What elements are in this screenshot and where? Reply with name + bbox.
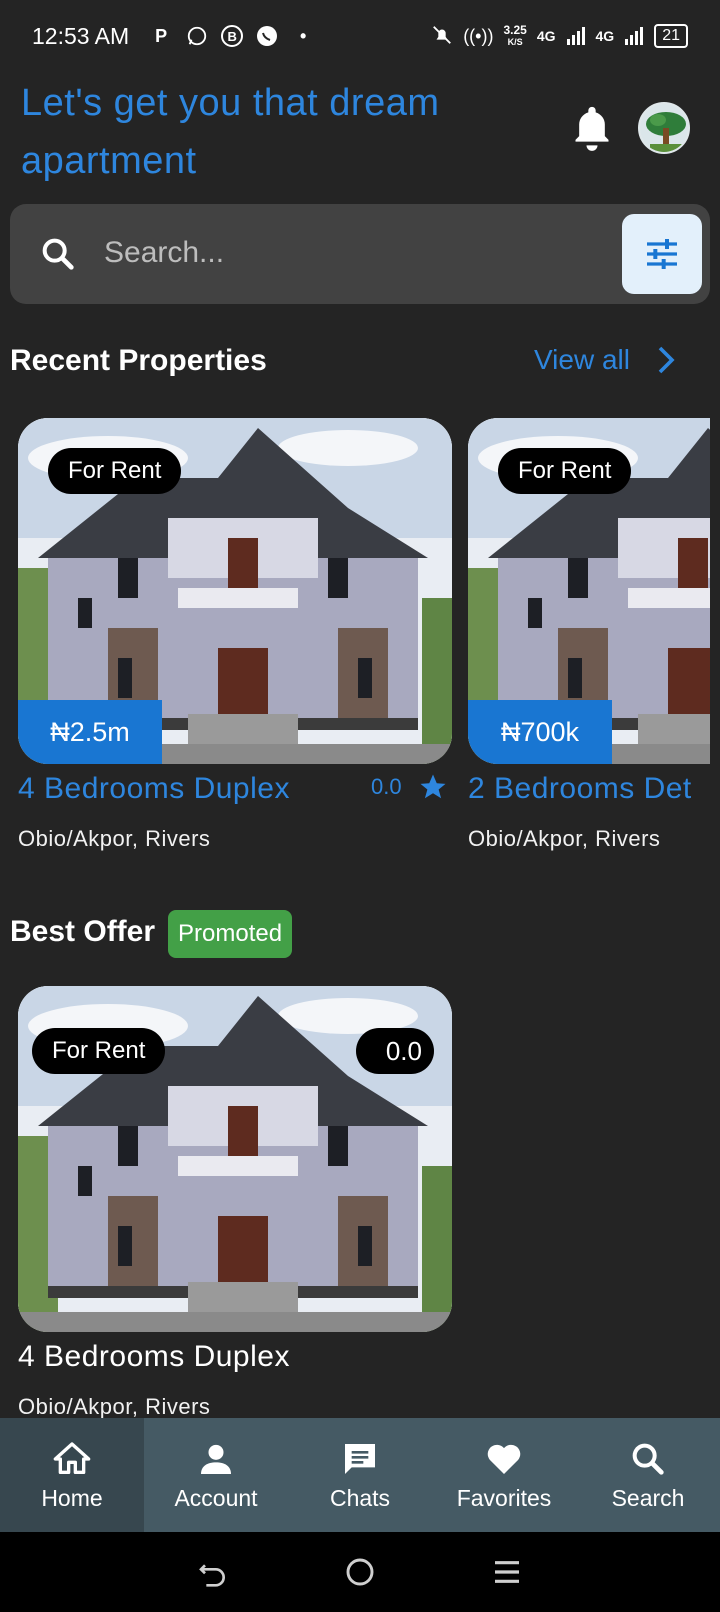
for-rent-tag: For Rent	[48, 448, 182, 494]
property-card[interactable]: For Rent ₦700k 2 Bedrooms Det Obio/Akpor…	[468, 418, 710, 852]
search-bar	[10, 204, 710, 304]
filter-button[interactable]	[622, 214, 702, 294]
for-rent-tag: For Rent	[498, 448, 632, 494]
rating-badge: 0.0	[355, 1028, 434, 1074]
nav-favorites[interactable]: Favorites	[432, 1418, 576, 1532]
search-icon	[38, 234, 78, 274]
chat-icon	[345, 1443, 375, 1474]
more-notifications-dot: •	[300, 25, 307, 46]
network-type-1: 4G	[536, 28, 556, 44]
property-image[interactable]: For Rent ₦700k	[468, 418, 710, 764]
promoted-badge: Promoted	[168, 910, 293, 958]
whatsapp-business-icon	[255, 24, 279, 48]
filter-sliders-icon	[647, 239, 677, 269]
view-all-link[interactable]: View all	[534, 344, 676, 376]
price-badge: ₦700k	[468, 700, 612, 764]
price-badge: ₦2.5m	[18, 700, 162, 764]
home-button-icon[interactable]	[344, 1556, 376, 1588]
property-location: Obio/Akpor, Rivers	[18, 826, 211, 851]
header: Let's get you that dream apartment	[21, 74, 541, 190]
nav-label: Home	[41, 1484, 103, 1511]
person-icon	[201, 1444, 231, 1474]
nav-label: Search	[611, 1484, 685, 1511]
for-rent-tag: For Rent	[32, 1028, 166, 1074]
p-notification-icon: P	[155, 25, 168, 46]
view-all-label: View all	[534, 344, 630, 375]
hotspot-icon: ((•))	[463, 25, 494, 46]
nav-home[interactable]: Home	[0, 1418, 144, 1532]
battery-icon: 21	[654, 24, 688, 48]
system-nav-bar	[0, 1532, 720, 1612]
nav-label: Chats	[329, 1484, 391, 1511]
nav-search[interactable]: Search	[576, 1418, 720, 1532]
recents-menu-icon[interactable]	[491, 1556, 523, 1588]
property-title[interactable]: 4 Bedrooms Duplex	[18, 1340, 452, 1374]
avatar[interactable]	[638, 102, 690, 154]
network-type-2: 4G	[595, 28, 615, 44]
back-icon[interactable]	[197, 1556, 229, 1588]
property-title[interactable]: 2 Bedrooms Det	[468, 772, 710, 806]
star-icon	[420, 774, 446, 799]
signal-icon	[566, 25, 586, 48]
property-image[interactable]: For Rent 0.0	[18, 986, 452, 1332]
b-notification-icon: B	[221, 25, 244, 47]
network-speed: 3.25 K/S	[503, 23, 527, 47]
status-bar: 12:53 AM P B • ((•)) 3.25 K/S 4G 4G 21	[0, 0, 720, 72]
page-title: Let's get you that dream apartment	[21, 82, 440, 182]
property-location: Obio/Akpor, Rivers	[468, 826, 661, 851]
whatsapp-icon	[185, 24, 209, 48]
home-icon	[53, 1441, 91, 1474]
property-image[interactable]: For Rent ₦2.5m	[18, 418, 452, 764]
heart-icon	[487, 1444, 521, 1474]
notification-bell-icon[interactable]	[570, 102, 614, 152]
property-rating: 0.0	[371, 772, 448, 802]
bottom-nav: Home Account Chats Favorites Search	[0, 1418, 720, 1532]
property-card-clip: For Rent ₦700k 2 Bedrooms Det Obio/Akpor…	[468, 418, 710, 858]
recent-properties-title: Recent Properties	[10, 344, 267, 377]
chevron-right-icon	[658, 346, 675, 374]
best-offer-title: Best Offer	[10, 915, 156, 948]
rating-value: 0.0	[371, 774, 402, 799]
property-location: Obio/Akpor, Rivers	[18, 1394, 211, 1419]
nav-chats[interactable]: Chats	[288, 1418, 432, 1532]
nav-label: Favorites	[456, 1484, 552, 1511]
status-time: 12:53 AM	[32, 22, 130, 49]
search-input[interactable]	[104, 230, 584, 276]
nav-label: Account	[174, 1484, 258, 1511]
nav-account[interactable]: Account	[144, 1418, 288, 1532]
search-icon	[632, 1443, 664, 1475]
best-offer-card[interactable]: For Rent 0.0 4 Bedrooms Duplex Obio/Akpo…	[18, 986, 452, 1420]
signal-icon	[624, 25, 644, 48]
mute-icon	[431, 24, 453, 49]
